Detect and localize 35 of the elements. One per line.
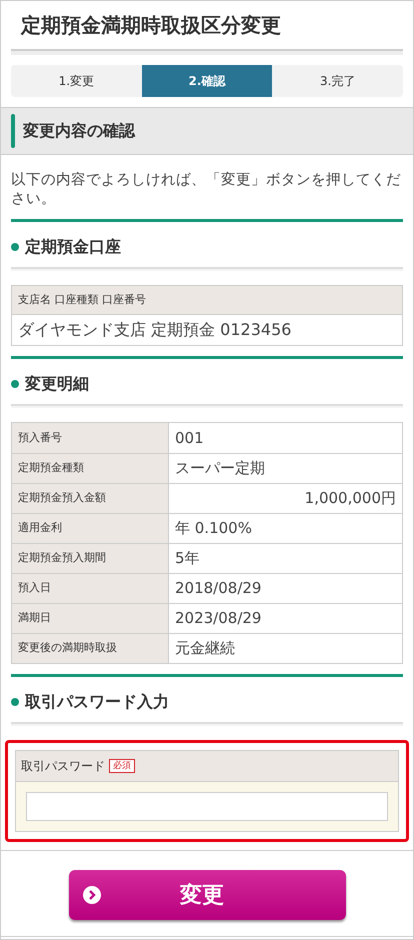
page-title: 定期預金満期時取扱区分変更 bbox=[20, 12, 282, 39]
submit-button[interactable]: 変更 bbox=[68, 870, 346, 920]
step-indicator: 2.確認 bbox=[142, 65, 272, 97]
required-badge: 必須 bbox=[109, 759, 135, 774]
instruction-text: 以下の内容でよろしければ、「変更」ボタンを押してください。 bbox=[10, 170, 402, 209]
password-field[interactable] bbox=[26, 792, 388, 822]
bullet-icon bbox=[11, 380, 19, 388]
row-label: 適用金利 bbox=[12, 514, 169, 544]
table-cell-text: 年 0.100% bbox=[174, 518, 253, 540]
section-title: 変更内容の確認 bbox=[23, 120, 135, 142]
section-heading: 取引パスワード入力 bbox=[25, 691, 169, 714]
table-header-cell: 支店名 口座種類 口座番号 bbox=[12, 286, 402, 314]
step-indicator: 3.完了 bbox=[318, 73, 356, 90]
section-heading: 変更明細 bbox=[25, 373, 89, 396]
field-label: 取引パスワード bbox=[21, 758, 105, 776]
table-cell-text: 2023/08/29 bbox=[174, 608, 262, 630]
section-heading: 定期預金口座 bbox=[25, 236, 121, 258]
table-cell-text: 5年 bbox=[174, 548, 201, 570]
table-cell-text: 1,000,000円 bbox=[304, 488, 397, 510]
row-label: 預入番号 bbox=[12, 423, 169, 454]
row-label: 定期預金種類 bbox=[12, 454, 169, 484]
table-cell-text: 001 bbox=[174, 428, 205, 449]
bullet-icon bbox=[11, 242, 19, 251]
row-label: 変更後の満期時取扱 bbox=[12, 634, 169, 664]
bullet-icon bbox=[11, 698, 19, 706]
table-cell-text: 2018/08/29 bbox=[174, 578, 262, 600]
row-label: 定期預金預入期間 bbox=[12, 544, 169, 574]
step-indicator: 1.変更 bbox=[58, 73, 96, 90]
table-cell: ダイヤモンド支店 定期預金 0123456 bbox=[12, 314, 402, 346]
row-label: 預入日 bbox=[12, 574, 169, 604]
table-cell-text: スーパー定期 bbox=[174, 458, 266, 480]
table-cell-text: 元金継続 bbox=[174, 638, 236, 660]
row-label: 定期預金預入金額 bbox=[12, 484, 169, 514]
row-label: 満期日 bbox=[12, 604, 169, 634]
chevron-circle-icon bbox=[82, 886, 100, 904]
